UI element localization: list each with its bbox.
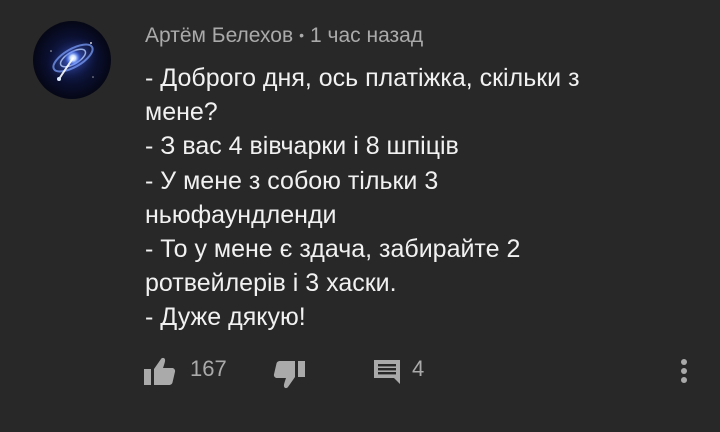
like-button[interactable] — [143, 356, 177, 386]
comment-header: Артём Белехов • 1 час назад — [145, 20, 423, 51]
comment-line: - У мене з собою тільки 3 — [145, 166, 439, 195]
comment-line: - То у мене є здача, забирайте 2 — [145, 235, 521, 264]
comment-icon — [374, 360, 400, 384]
thumbs-down-icon — [273, 361, 305, 389]
comment-timestamp[interactable]: 1 час назад — [310, 24, 423, 47]
galaxy-avatar-icon — [45, 36, 101, 82]
comment-line: мене? — [145, 98, 218, 127]
comment-line: - Доброго дня, ось платіжка, скільки з — [145, 64, 580, 92]
author-name[interactable]: Артём Белехов — [145, 24, 293, 47]
comment-item: Артём Белехов • 1 час назад - Доброго дня,… — [0, 0, 720, 432]
comment-actions: 167 4 — [0, 345, 720, 395]
thumbs-up-icon — [144, 357, 176, 385]
dislike-button[interactable] — [272, 360, 306, 390]
comment-line: - З вас 4 вівчарки і 8 шпіців — [145, 132, 459, 161]
author-avatar[interactable] — [33, 21, 111, 99]
more-vertical-icon — [681, 359, 687, 383]
like-count: 167 — [190, 356, 227, 381]
more-options-button[interactable] — [672, 355, 696, 387]
comment-text: - Доброго дня, ось платіжка, скільки з м… — [145, 61, 675, 335]
reply-count: 4 — [412, 356, 425, 381]
comment-line: ротвейлерів і 3 хаски. — [145, 269, 397, 298]
header-separator: • — [299, 27, 305, 43]
reply-button[interactable] — [372, 358, 402, 386]
comment-line: - Дуже дякую! — [145, 303, 306, 332]
comment-line: ньюфаундленди — [145, 200, 337, 229]
